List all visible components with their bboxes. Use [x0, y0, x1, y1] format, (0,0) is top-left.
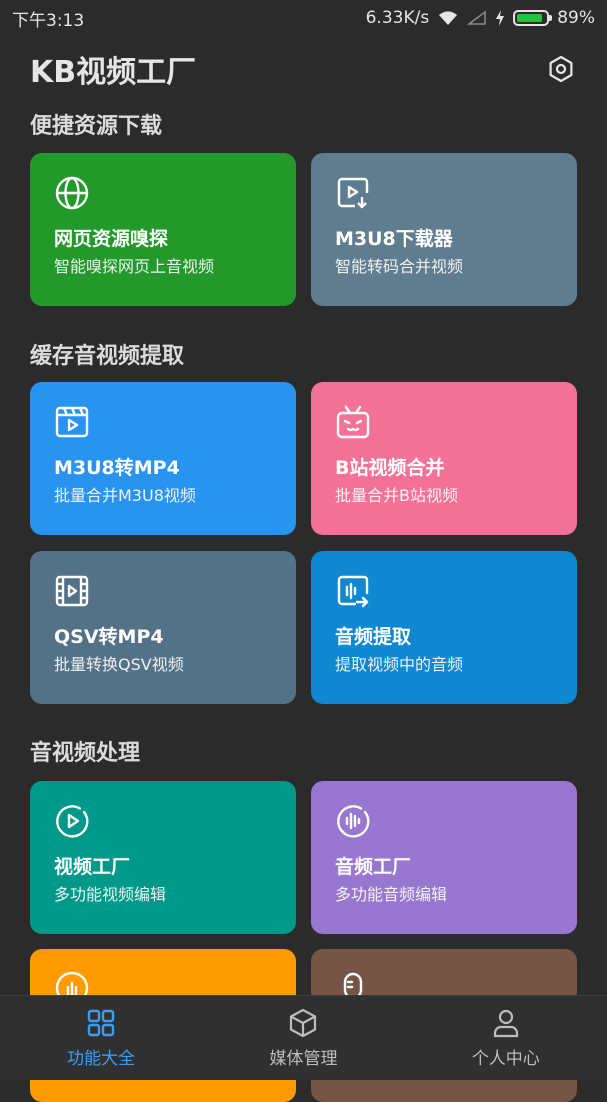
nav-label: 功能大全 [67, 1048, 136, 1069]
card-title: 音频提取 [335, 626, 412, 648]
card-subtitle: 多功能视频编辑 [54, 885, 167, 904]
card-audio-factory[interactable]: 音频工厂 多功能音频编辑 [311, 781, 577, 934]
globe-icon [55, 176, 89, 210]
card-title: M3U8转MP4 [54, 457, 180, 479]
video-download-icon [337, 177, 369, 209]
app-bar: KB视频工厂 [30, 44, 577, 94]
cellular-signal-icon [467, 10, 486, 25]
cube-icon [290, 1008, 317, 1037]
battery-icon [513, 10, 553, 26]
settings-hexagon-icon [549, 55, 573, 83]
section-title-download: 便捷资源下载 [30, 114, 163, 139]
card-title: B站视频合并 [335, 457, 445, 479]
network-speed: 6.33K/s [365, 8, 430, 28]
audio-wave-icon [337, 805, 370, 838]
section-title-cache: 缓存音视频提取 [30, 344, 185, 369]
card-bilibili-merge[interactable]: B站视频合并 批量合并B站视频 [311, 382, 577, 535]
card-title: M3U8下载器 [335, 228, 453, 250]
person-icon [493, 1009, 518, 1037]
play-circle-icon [56, 805, 89, 838]
battery-percent: 89% [557, 8, 595, 28]
nav-profile[interactable]: 个人中心 [426, 1008, 586, 1069]
card-video-factory[interactable]: 视频工厂 多功能视频编辑 [30, 781, 296, 934]
nav-media[interactable]: 媒体管理 [223, 1008, 383, 1069]
card-subtitle: 批量合并M3U8视频 [54, 486, 196, 505]
card-subtitle: 批量合并B站视频 [335, 486, 458, 505]
card-subtitle: 提取视频中的音频 [335, 655, 464, 674]
card-audio-extract[interactable]: 音频提取 提取视频中的音频 [311, 551, 577, 704]
card-title: QSV转MP4 [54, 626, 164, 648]
nav-features[interactable]: 功能大全 [21, 1008, 181, 1069]
card-qsv-to-mp4[interactable]: QSV转MP4 批量转换QSV视频 [30, 551, 296, 704]
card-m3u8-to-mp4[interactable]: M3U8转MP4 批量合并M3U8视频 [30, 382, 296, 535]
grid-icon [87, 1009, 115, 1036]
card-subtitle: 多功能音频编辑 [335, 885, 448, 904]
status-indicators: 6.33K/s 89% [366, 8, 595, 28]
card-subtitle: 智能转码合并视频 [335, 257, 464, 276]
section-title-processing: 音视频处理 [30, 741, 141, 766]
app-title: KB视频工厂 [30, 55, 197, 90]
bottom-navigation: 功能大全 媒体管理 个人中心 [0, 995, 607, 1080]
nav-label: 媒体管理 [269, 1048, 338, 1069]
status-bar: 下午3:13 6.33K/s 89% [0, 0, 607, 36]
bilibili-icon [336, 405, 370, 439]
settings-button[interactable] [545, 53, 577, 85]
clapperboard-icon [55, 406, 89, 438]
card-web-sniffer[interactable]: 网页资源嗅探 智能嗅探网页上音视频 [30, 153, 296, 306]
film-icon [55, 575, 89, 607]
card-title: 音频工厂 [335, 856, 412, 878]
nav-label: 个人中心 [471, 1048, 540, 1069]
audio-extract-icon [337, 575, 369, 608]
status-time: 下午3:13 [12, 10, 85, 31]
card-m3u8-downloader[interactable]: M3U8下载器 智能转码合并视频 [311, 153, 577, 306]
card-subtitle: 智能嗅探网页上音视频 [54, 257, 215, 276]
card-title: 网页资源嗅探 [54, 228, 169, 250]
card-subtitle: 批量转换QSV视频 [54, 655, 184, 674]
wifi-icon [439, 11, 458, 25]
charging-icon [496, 10, 505, 26]
card-title: 视频工厂 [54, 856, 131, 878]
